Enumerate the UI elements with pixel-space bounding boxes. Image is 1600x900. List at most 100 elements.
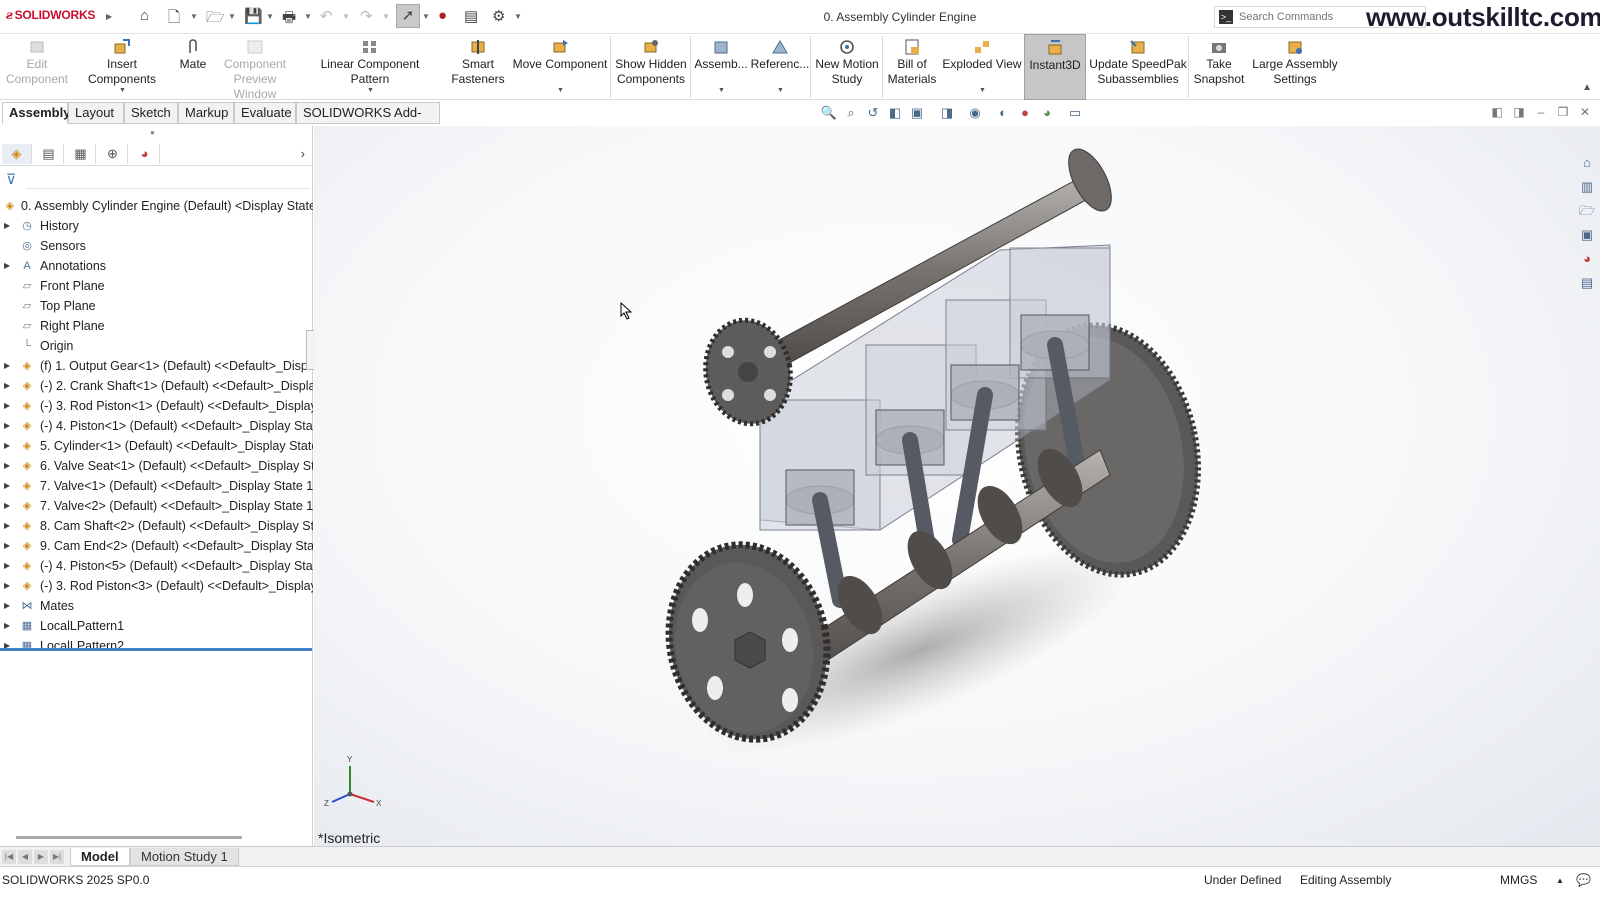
view-orientation-icon[interactable]: ◨ bbox=[938, 104, 956, 122]
tree-item[interactable]: ▱ Right Plane bbox=[0, 316, 313, 336]
rebuild-icon[interactable]: ● bbox=[438, 7, 447, 24]
tree-item[interactable]: ▶ ⋈ Mates bbox=[0, 596, 313, 616]
tab-layout[interactable]: Layout bbox=[68, 102, 124, 124]
scenes-icon[interactable]: ◕ bbox=[1038, 104, 1056, 122]
assembly-features-button[interactable]: Assemb... ▼ bbox=[692, 34, 750, 100]
insert-components-button[interactable]: Insert Components ▼ bbox=[72, 34, 172, 100]
tree-item[interactable]: ▶ ◈ 9. Cam End<2> (Default) <<Default>_Dis… bbox=[0, 536, 313, 556]
expand-arrow-icon[interactable]: ▶ bbox=[4, 356, 14, 376]
expand-arrow-icon[interactable]: ▶ bbox=[4, 476, 14, 496]
design-library-icon[interactable]: ▥ bbox=[1578, 178, 1596, 196]
save-dropdown-icon[interactable]: ▼ bbox=[266, 12, 274, 21]
expand-arrow-icon[interactable]: ▶ bbox=[4, 536, 14, 556]
expand-arrow-icon[interactable]: ▶ bbox=[4, 596, 14, 616]
expand-arrow-icon[interactable]: ▶ bbox=[4, 616, 14, 636]
component-preview-button[interactable]: Component Preview Window bbox=[214, 34, 296, 101]
print-icon[interactable]: 🖶 bbox=[282, 7, 296, 32]
close-icon[interactable]: ✕ bbox=[1578, 105, 1592, 119]
file-explorer-icon[interactable]: 🗁 bbox=[1578, 202, 1596, 220]
edit-component-button[interactable]: Edit Component bbox=[4, 34, 70, 100]
options-gear-icon[interactable]: ⚙ bbox=[492, 7, 505, 25]
expand-arrow-icon[interactable]: ▶ bbox=[4, 416, 14, 436]
new-document-icon[interactable]: 🗋 bbox=[168, 7, 180, 32]
tab-assembly[interactable]: Assembly bbox=[2, 102, 70, 124]
print-dropdown-icon[interactable]: ▼ bbox=[304, 12, 312, 21]
new-motion-study-button[interactable]: New Motion Study bbox=[812, 34, 882, 100]
update-speedpak-button[interactable]: Update SpeedPak Subassemblies bbox=[1088, 34, 1188, 100]
tree-item[interactable]: ▶ ◈ (-) 2. Crank Shaft<1> (Default) <<Defa… bbox=[0, 376, 313, 396]
smart-fasteners-button[interactable]: Smart Fasteners bbox=[442, 34, 514, 100]
tile-left-icon[interactable]: ◧ bbox=[1490, 105, 1504, 119]
tile-right-icon[interactable]: ◨ bbox=[1512, 105, 1526, 119]
expand-arrow-icon[interactable]: ▶ bbox=[4, 636, 14, 656]
large-assembly-settings-button[interactable]: Large Assembly Settings bbox=[1250, 34, 1340, 100]
tree-item[interactable]: ▶ ◈ 7. Valve<1> (Default) <<Default>_Displ… bbox=[0, 476, 313, 496]
expand-panel-icon[interactable]: › bbox=[301, 146, 305, 161]
expand-arrow-icon[interactable]: ▶ bbox=[4, 576, 14, 596]
engine-assembly-model[interactable] bbox=[314, 126, 1600, 846]
instant3d-button[interactable]: Instant3D bbox=[1024, 34, 1086, 100]
redo-icon[interactable]: ↷ bbox=[360, 7, 373, 25]
tree-item[interactable]: ▶ ◈ (f) 1. Output Gear<1> (Default) <<Defa… bbox=[0, 356, 313, 376]
rollback-bar[interactable] bbox=[0, 648, 312, 651]
tree-filter[interactable]: ⊽ bbox=[0, 168, 313, 192]
tab-evaluate[interactable]: Evaluate bbox=[234, 102, 296, 124]
tree-item[interactable]: ▶ ◈ (-) 4. Piston<1> (Default) <<Default>_… bbox=[0, 416, 313, 436]
edit-appearance-icon[interactable]: ● bbox=[1016, 104, 1034, 122]
custom-properties-icon[interactable]: ▤ bbox=[1578, 274, 1596, 292]
expand-arrow-icon[interactable]: ▶ bbox=[4, 456, 14, 476]
view-settings-icon[interactable]: ▭ bbox=[1066, 104, 1084, 122]
tree-item[interactable]: ▶ ◈ 6. Valve Seat<1> (Default) <<Default>_… bbox=[0, 456, 313, 476]
undo-dropdown-icon[interactable]: ▼ bbox=[342, 12, 350, 21]
tree-item[interactable]: ▶ ◈ (-) 4. Piston<5> (Default) <<Default>_… bbox=[0, 556, 313, 576]
tree-item[interactable]: ▶ ▦ LocalLPattern1 bbox=[0, 616, 313, 636]
expand-arrow-icon[interactable]: ▶ bbox=[4, 516, 14, 536]
open-dropdown-icon[interactable]: ▼ bbox=[228, 12, 236, 21]
mate-button[interactable]: Mate bbox=[174, 34, 212, 100]
exploded-view-button[interactable]: Exploded View ▼ bbox=[942, 34, 1022, 100]
select-cursor-icon[interactable]: ➚ bbox=[396, 4, 420, 28]
save-icon[interactable]: 💾 bbox=[244, 7, 263, 25]
filter-icon[interactable]: ⊽ bbox=[6, 171, 16, 188]
units-dropdown-icon[interactable]: ▲ bbox=[1556, 876, 1564, 885]
previous-view-icon[interactable]: ↺ bbox=[864, 104, 882, 122]
display-manager-tab-icon[interactable]: ◕ bbox=[130, 144, 160, 164]
linear-pattern-button[interactable]: Linear Component Pattern ▼ bbox=[300, 34, 440, 100]
tab-motion-study-1[interactable]: Motion Study 1 bbox=[130, 848, 239, 866]
tree-item[interactable]: ▱ Top Plane bbox=[0, 296, 313, 316]
configuration-manager-tab-icon[interactable]: ▦ bbox=[66, 144, 96, 164]
hide-show-items-icon[interactable]: ◐ bbox=[994, 104, 1012, 122]
new-dropdown-icon[interactable]: ▼ bbox=[190, 12, 198, 21]
dynamic-annotation-icon[interactable]: ▣ bbox=[908, 104, 926, 122]
unit-system-selector[interactable]: MMGS bbox=[1500, 873, 1537, 887]
reference-geometry-button[interactable]: Referenc... ▼ bbox=[750, 34, 810, 100]
expand-arrow-icon[interactable]: ▶ bbox=[4, 436, 14, 456]
collapse-ribbon-icon[interactable]: ▲ bbox=[1582, 82, 1592, 93]
previous-tab-icon[interactable]: ◀ bbox=[18, 850, 32, 864]
quick-tips-icon[interactable]: 💬 bbox=[1576, 873, 1591, 887]
solidworks-logo[interactable]: ƨ SOLIDWORKS bbox=[6, 8, 95, 22]
view-palette-icon[interactable]: ▣ bbox=[1578, 226, 1596, 244]
take-snapshot-button[interactable]: Take Snapshot bbox=[1190, 34, 1248, 100]
show-hidden-button[interactable]: Show Hidden Components bbox=[612, 34, 690, 100]
bill-of-materials-button[interactable]: Bill of Materials bbox=[884, 34, 940, 100]
next-tab-icon[interactable]: ▶ bbox=[34, 850, 48, 864]
first-tab-icon[interactable]: |◀ bbox=[2, 850, 16, 864]
options-dropdown-icon[interactable]: ▼ bbox=[514, 12, 522, 21]
property-manager-tab-icon[interactable]: ▤ bbox=[34, 144, 64, 164]
graphics-area[interactable]: Y X Z *Isometric bbox=[314, 126, 1600, 846]
file-properties-icon[interactable]: ▤ bbox=[464, 7, 478, 25]
open-folder-icon[interactable]: 🗁 bbox=[206, 7, 225, 32]
tab-sketch[interactable]: Sketch bbox=[124, 102, 178, 124]
tree-item[interactable]: ▶ ▦ LocalLPattern2 bbox=[0, 636, 313, 656]
last-tab-icon[interactable]: ▶| bbox=[50, 850, 64, 864]
feature-manager-tab-icon[interactable]: ◈ bbox=[2, 144, 32, 164]
tree-item[interactable]: ▶ ◷ History bbox=[0, 216, 313, 236]
tree-item[interactable]: ▶ ◈ 8. Cam Shaft<2> (Default) <<Default>_D… bbox=[0, 516, 313, 536]
tree-item[interactable]: ▶ ◈ 5. Cylinder<1> (Default) <<Default>_Di… bbox=[0, 436, 313, 456]
tree-item[interactable]: └ Origin bbox=[0, 336, 313, 356]
expand-arrow-icon[interactable]: ▶ bbox=[4, 396, 14, 416]
tab-markup[interactable]: Markup bbox=[178, 102, 234, 124]
solidworks-resources-icon[interactable]: ⌂ bbox=[1578, 154, 1596, 172]
home-icon[interactable]: ⌂ bbox=[140, 7, 149, 24]
